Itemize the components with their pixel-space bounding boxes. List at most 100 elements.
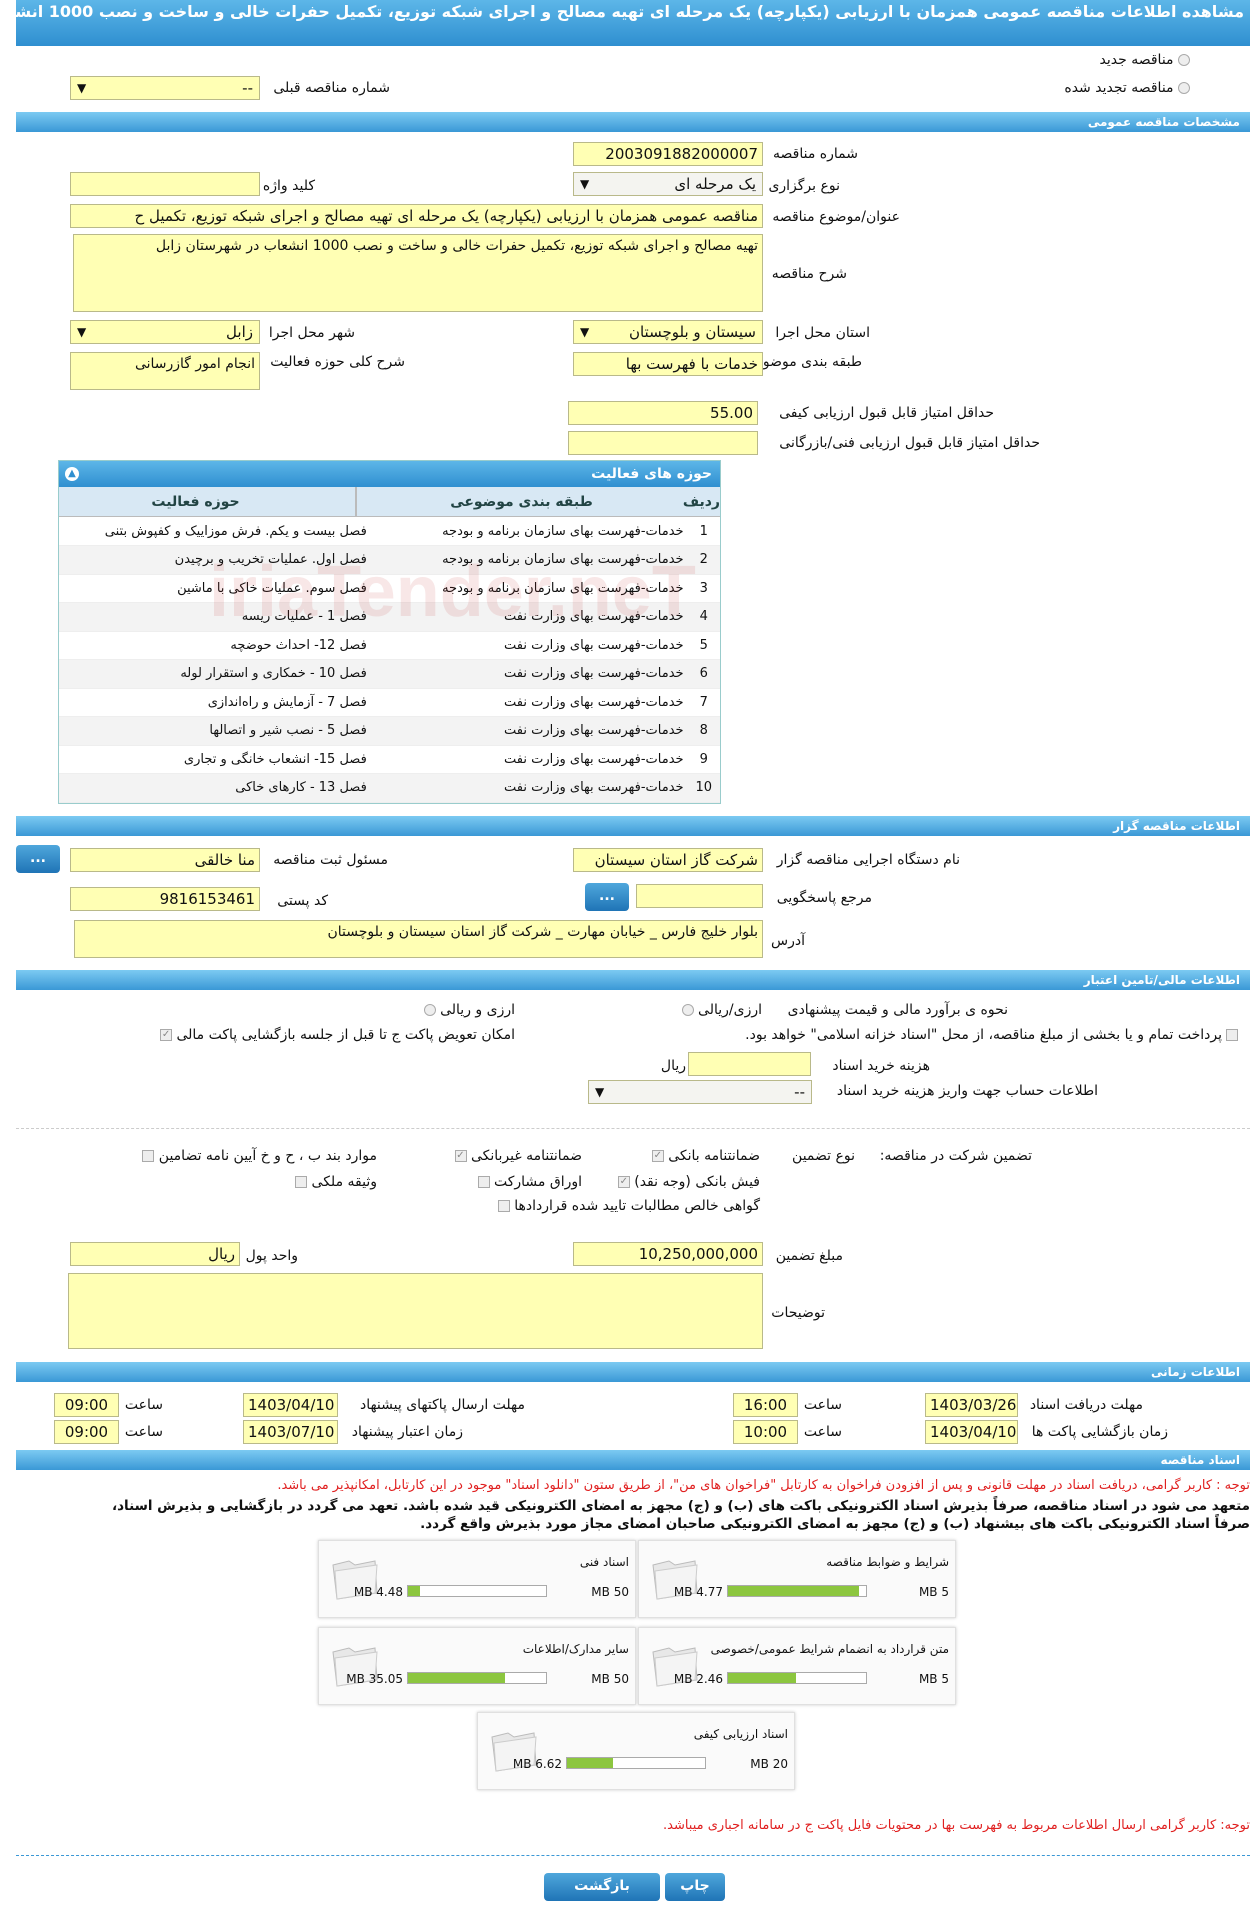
doc-max-size: 50 MB [591, 1585, 629, 1599]
recv-hour-label: ساعت [803, 1397, 842, 1413]
islamic-checkbox[interactable]: پرداخت تمام و یا بخشی از مبلغ مناقصه، از… [745, 1027, 1238, 1043]
row-activity-cell: فصل 7 - آزمایش و راه‌اندازی [59, 688, 371, 717]
renewed-tender-radio[interactable]: مناقصه تجدید شده [1064, 80, 1190, 96]
number-field[interactable]: 2003091882000007 [573, 142, 763, 166]
city-label: شهر محل اجرا [268, 325, 355, 341]
amount-field[interactable]: 10,250,000,000 [573, 1242, 763, 1266]
recv-time-field[interactable]: 16:00 [733, 1393, 798, 1417]
ref-lookup-button[interactable]: ... [585, 883, 629, 911]
city-select[interactable]: زابل ▼ [70, 320, 260, 344]
divider [16, 1855, 1250, 1856]
doc-size: 35.05 MB [346, 1672, 403, 1686]
chevron-down-icon: ▼ [77, 81, 87, 95]
desc-label: شرح مناقصه [771, 266, 847, 282]
unit-field[interactable]: ریال [70, 1242, 240, 1266]
g4-checkbox[interactable]: فیش بانکی (وجه نقد) ✓ [617, 1174, 760, 1190]
category-field[interactable]: خدمات با فهرست بها [573, 352, 763, 376]
address-field[interactable]: بلوار خلیج فارس _ خیابان مهارت _ شرکت گا… [74, 920, 763, 958]
doc-max-size: 50 MB [591, 1672, 629, 1686]
open-time-field[interactable]: 10:00 [733, 1420, 798, 1444]
org-field[interactable]: شرکت گاز استان سیستان [573, 848, 763, 872]
print-button[interactable]: چاپ [665, 1873, 725, 1901]
valid-date-field[interactable]: 1403/07/10 [243, 1420, 338, 1444]
doc-card[interactable]: متن قرارداد به انضمام شرایط عمومی/خصوصی 5… [638, 1627, 956, 1705]
activities-title: حوزه های فعالیت [591, 466, 712, 482]
subject-field[interactable]: مناقصه عمومی همزمان با ارزیابی (یکپارچه)… [70, 204, 763, 228]
send-date-field[interactable]: 1403/04/10 [243, 1393, 338, 1417]
g2-checkbox[interactable]: ضمانتنامه غیربانکی ✓ [454, 1148, 582, 1164]
row-category-cell: خدمات-فهرست بهای وزارت نفت [370, 745, 688, 774]
new-tender-radio[interactable]: مناقصه جدید [1100, 52, 1190, 68]
doc-card[interactable]: سایر مدارک/اطلاعات 50 MB 35.05 MB [318, 1627, 636, 1705]
valid-time-field[interactable]: 09:00 [54, 1420, 119, 1444]
g1-checkbox[interactable]: ضمانتنامه بانکی ✓ [651, 1148, 760, 1164]
resp-lookup-button[interactable]: ... [16, 845, 60, 873]
doc-card[interactable]: اسناد ارزیابی کیفی 20 MB 6.62 MB [477, 1712, 795, 1790]
method-fx-label: ارزی و ریالی [440, 1002, 515, 1018]
row-index-cell: 1 [687, 517, 720, 546]
open-date-field[interactable]: 1403/04/10 [925, 1420, 1018, 1444]
guarantee-label: تضمین شرکت در مناقصه: [879, 1148, 1032, 1164]
number-label: شماره مناقصه [773, 146, 858, 162]
method-fx-radio[interactable]: ارزی و ریالی [423, 1002, 515, 1018]
notes-field[interactable] [68, 1273, 763, 1349]
keyword-field[interactable] [70, 172, 260, 196]
min-tech-field[interactable] [568, 431, 758, 455]
valid-hour-label: ساعت [124, 1424, 163, 1440]
doc-card[interactable]: شرایط و ضوابط مناقصه 5 MB 4.77 MB [638, 1540, 956, 1618]
gtype-label: نوع تضمین [792, 1148, 855, 1164]
col-row-header: ردیف [682, 494, 720, 510]
open-label: زمان بازگشایی پاکت ها [1031, 1424, 1168, 1440]
doc-cost-label: هزینه خرید اسناد [832, 1058, 930, 1074]
doc-progress-bar [407, 1672, 547, 1684]
section-docs: اسناد مناقصه [16, 1450, 1250, 1470]
back-button[interactable]: بازگشت [544, 1873, 660, 1901]
account-select[interactable]: -- ▼ [588, 1080, 812, 1104]
doc-name: سایر مدارک/اطلاعات [522, 1642, 629, 1656]
table-row: 4 خدمات-فهرست بهای وزارت نفت فصل 1 - عملیا… [59, 602, 720, 632]
keyword-label: کلید واژه [262, 178, 315, 194]
g7-label: گواهی خالص مطالبات تایید شده قراردادها [514, 1198, 760, 1214]
docs-note-4: توجه: کاربر گرامی ارسال اطلاعات مربوط به… [663, 1818, 1250, 1833]
g7-checkbox[interactable]: گواهی خالص مطالبات تایید شده قراردادها [497, 1198, 760, 1214]
g3-checkbox[interactable]: موارد بند ب ، ح و خ آیین نامه تضامین [142, 1148, 377, 1164]
method-label: نحوه ی برآورد مالی و قیمت پیشنهادی [787, 1002, 1008, 1018]
row-category-cell: خدمات-فهرست بهای وزارت نفت [370, 602, 688, 632]
ref-field[interactable] [636, 884, 763, 908]
doc-cost-field[interactable] [688, 1052, 811, 1076]
renewed-tender-label: مناقصه تجدید شده [1064, 80, 1174, 96]
doc-progress-fill [728, 1586, 860, 1596]
prev-number-select[interactable]: -- ▼ [70, 76, 260, 100]
recv-date-field[interactable]: 1403/03/26 [925, 1393, 1018, 1417]
swap-checkbox[interactable]: امکان تعویض پاکت ج تا قبل از جلسه بازگشا… [160, 1027, 515, 1043]
g4-label: فیش بانکی (وجه نقد) [634, 1174, 760, 1190]
collapse-icon[interactable]: ▲ [65, 467, 79, 481]
doc-progress-fill [728, 1673, 796, 1683]
chevron-down-icon: ▼ [77, 325, 87, 339]
row-activity-cell: فصل 10 - خمکاری و استقرار لوله [59, 659, 371, 689]
section-finance: اطلاعات مالی/تامین اعتبار [16, 970, 1250, 990]
method-rial-radio[interactable]: ارزی/ریالی [681, 1002, 762, 1018]
postal-field[interactable]: 9816153461 [70, 887, 260, 911]
doc-max-size: 5 MB [918, 1585, 949, 1599]
activity-label: شرح کلی حوزه فعالیت [270, 354, 405, 370]
province-value: سیستان و بلوچستان [628, 323, 756, 341]
desc-field[interactable]: تهیه مصالح و اجرای شبکه توزیع، تکمیل حفر… [73, 234, 763, 312]
doc-name: اسناد فنی [579, 1555, 629, 1569]
account-value: -- [794, 1083, 805, 1101]
table-row: 5 خدمات-فهرست بهای وزارت نفت فصل 12- احداث… [59, 631, 720, 660]
row-category-cell: خدمات-فهرست بهای وزارت نفت [370, 659, 688, 689]
province-select[interactable]: سیستان و بلوچستان ▼ [573, 320, 763, 344]
min-quality-field[interactable]: 55.00 [568, 401, 758, 425]
type-value: یک مرحله ای [674, 175, 756, 193]
doc-card[interactable]: اسناد فنی 50 MB 4.48 MB [318, 1540, 636, 1618]
g5-checkbox[interactable]: اوراق مشارکت [477, 1174, 582, 1190]
resp-field[interactable]: منا خالقی [70, 848, 260, 872]
row-category-cell: خدمات-فهرست بهای وزارت نفت [370, 716, 688, 746]
row-index-cell: 10 [687, 773, 720, 803]
doc-size: 4.77 MB [673, 1585, 723, 1599]
g6-checkbox[interactable]: وثیقه ملکی [295, 1174, 377, 1190]
activity-field[interactable]: انجام امور گازرسانی [70, 352, 260, 390]
type-select[interactable]: یک مرحله ای ▼ [573, 172, 763, 196]
send-time-field[interactable]: 09:00 [54, 1393, 119, 1417]
